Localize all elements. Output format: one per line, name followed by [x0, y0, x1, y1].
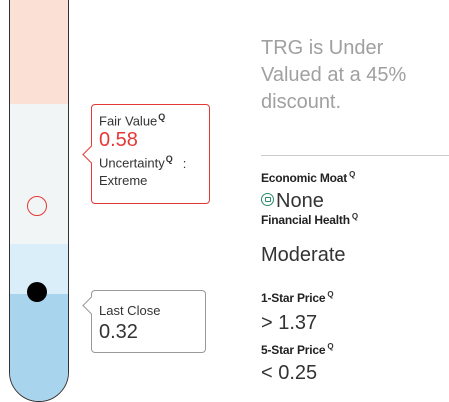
fair-value-amount: 0.58: [99, 129, 138, 152]
financial-health-help-icon[interactable]: Q: [352, 212, 358, 221]
overvalued-band: [10, 0, 68, 104]
fair-value-marker: [27, 196, 47, 216]
fair-value-label: Fair Value: [99, 113, 158, 129]
uncertainty-row: UncertaintyQ:: [99, 151, 203, 171]
valuation-summary: TRG is Under Valued at a 45% discount.: [261, 37, 407, 113]
five-star-help-icon[interactable]: Q: [327, 342, 333, 351]
five-star-title: 5-Star Price: [261, 343, 326, 357]
last-close-label: Last Close: [99, 303, 161, 318]
one-star-title-row: 1-Star Price Q: [261, 290, 334, 305]
last-close-amount: 0.32: [99, 321, 138, 343]
financial-health-title: Financial Health: [261, 213, 350, 227]
fair-band: [10, 104, 68, 244]
undervalued-band: [10, 294, 68, 401]
financial-health-title-row: Financial Health Q: [261, 212, 358, 227]
one-star-value: > 1.37: [261, 312, 318, 334]
economic-moat-title: Economic Moat: [261, 171, 348, 185]
fair-value-label-row: Fair ValueQ: [99, 109, 203, 129]
last-close-marker: [27, 282, 47, 302]
moat-icon: [261, 193, 274, 206]
economic-moat-value-row: None: [261, 190, 324, 213]
divider: [261, 155, 449, 156]
uncertainty-label: Uncertainty: [99, 155, 165, 171]
uncertainty-separator: :: [182, 155, 187, 171]
uncertainty-value: Extreme: [99, 172, 148, 188]
fair-value-callout: Fair ValueQ 0.58 UncertaintyQ: Extreme: [91, 104, 210, 204]
fair-value-help-icon[interactable]: Q: [158, 112, 165, 122]
financial-health-value: Moderate: [261, 244, 346, 266]
economic-moat-help-icon[interactable]: Q: [349, 170, 355, 179]
economic-moat-value: None: [276, 190, 324, 212]
five-star-value: < 0.25: [261, 362, 318, 384]
five-star-title-row: 5-Star Price Q: [261, 342, 334, 357]
one-star-help-icon[interactable]: Q: [327, 290, 333, 299]
uncertainty-help-icon[interactable]: Q: [166, 154, 173, 164]
one-star-title: 1-Star Price: [261, 291, 326, 305]
last-close-callout: Last Close 0.32: [91, 290, 206, 353]
economic-moat-title-row: Economic Moat Q: [261, 170, 355, 185]
